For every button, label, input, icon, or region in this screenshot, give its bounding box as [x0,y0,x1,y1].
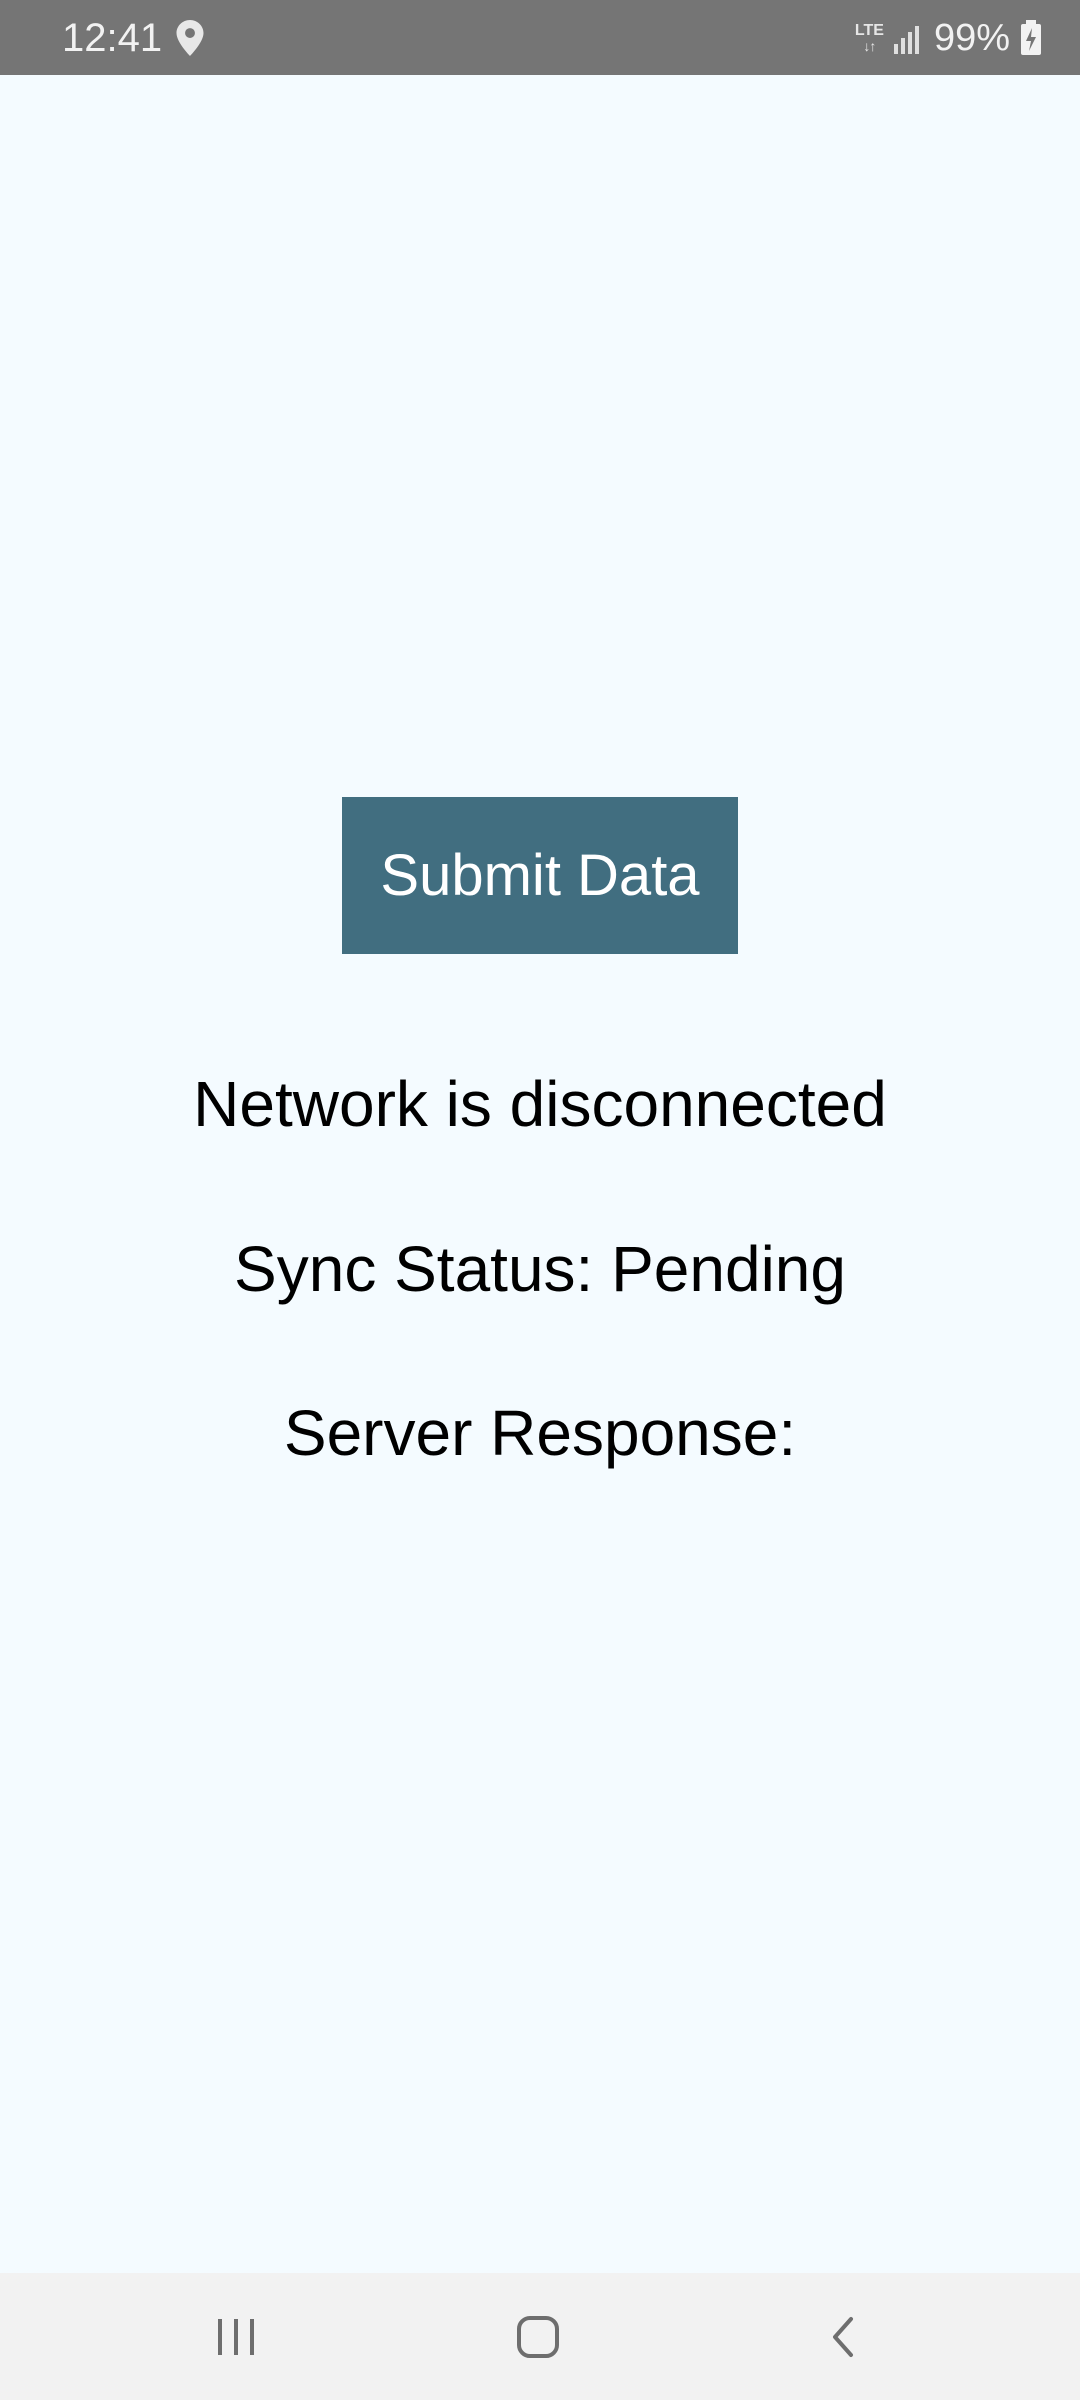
server-response-text: Server Response: [283,1397,797,1469]
lte-indicator: LTE ↓↑ [854,22,884,54]
recents-button[interactable] [194,2295,278,2379]
lte-label: LTE [854,22,884,39]
home-icon [517,2316,559,2358]
location-pin-icon [176,20,204,56]
recents-icon [218,2319,254,2355]
status-right-group: LTE ↓↑ 99% [855,14,1042,62]
sync-status-text: Sync Status: Pending [234,1233,846,1305]
back-icon [833,2317,853,2357]
lte-arrows: ↓↑ [863,38,876,54]
app-screen: 12:41 LTE ↓↑ 99% Submit Data Network is … [0,0,1080,2400]
battery-percent: 99% [933,17,1010,59]
network-status-text: Network is disconnected [193,1068,887,1140]
status-bar: 12:41 LTE ↓↑ 99% [0,0,1080,75]
navigation-bar [0,2273,1080,2400]
back-button[interactable] [800,2295,884,2379]
battery-charging-icon [1021,20,1041,55]
home-button[interactable] [496,2295,580,2379]
signal-bars-icon [893,26,919,54]
status-time: 12:41 [62,16,163,60]
submit-data-button[interactable]: Submit Data [342,797,738,954]
